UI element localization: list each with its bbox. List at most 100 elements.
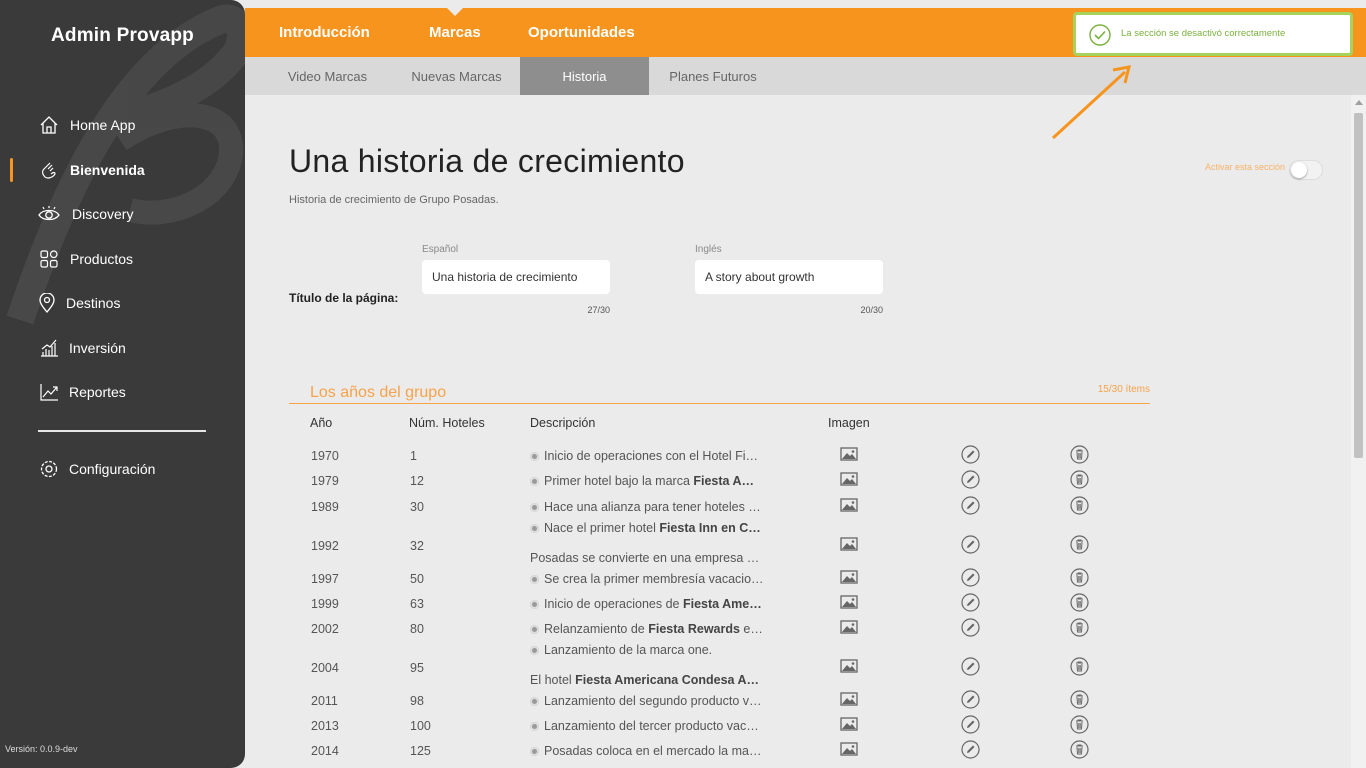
col-header-hotels: Núm. Hoteles xyxy=(409,416,485,430)
sidebar-item-label: Productos xyxy=(70,251,134,267)
delete-icon[interactable] xyxy=(1069,739,1089,759)
description-text: Lanzamiento de la marca one. xyxy=(544,643,713,657)
bullet-icon xyxy=(530,624,539,634)
image-icon[interactable] xyxy=(839,592,859,612)
edit-icon[interactable] xyxy=(960,534,980,554)
sidebar-item-reportes[interactable]: Reportes xyxy=(0,374,245,410)
description-text: Posadas se convierte en una empresa … xyxy=(530,551,760,565)
delete-icon[interactable] xyxy=(1069,592,1089,612)
wave-hand-icon xyxy=(38,159,60,181)
row-year: 2002 xyxy=(311,622,339,636)
app-title: Admin Provapp xyxy=(50,25,194,46)
sidebar-item-label: Destinos xyxy=(66,295,121,311)
delete-icon[interactable] xyxy=(1069,534,1089,554)
sidebar-item-bienvenida[interactable]: Bienvenida xyxy=(0,152,245,188)
image-icon[interactable] xyxy=(839,444,859,464)
grid-icon xyxy=(38,248,60,270)
toggle-knob xyxy=(1291,162,1307,178)
row-description: Hace una alianza para tener hoteles … xyxy=(530,500,766,514)
edit-icon[interactable] xyxy=(960,714,980,734)
image-icon[interactable] xyxy=(839,534,859,554)
edit-icon[interactable] xyxy=(960,495,980,515)
tab-oportunidades[interactable]: Oportunidades xyxy=(528,8,635,57)
row-description: El hotel Fiesta Americana Condesa A… xyxy=(530,673,766,687)
subtab-video-marcas[interactable]: Video Marcas xyxy=(270,57,385,95)
edit-icon[interactable] xyxy=(960,689,980,709)
delete-icon[interactable] xyxy=(1069,714,1089,734)
sidebar-item-label: Bienvenida xyxy=(70,162,145,178)
subtab-nuevas-marcas[interactable]: Nuevas Marcas xyxy=(399,57,514,95)
delete-icon[interactable] xyxy=(1069,495,1089,515)
row-description: Inicio de operaciones de Fiesta Ame… xyxy=(530,597,766,611)
delete-icon[interactable] xyxy=(1069,656,1089,676)
delete-icon[interactable] xyxy=(1069,567,1089,587)
row-description: Lanzamiento del segundo producto v… xyxy=(530,694,766,708)
active-tab-caret xyxy=(447,8,463,16)
sidebar-item-destinos[interactable]: Destinos xyxy=(0,285,245,321)
delete-icon[interactable] xyxy=(1069,617,1089,637)
title-es-input[interactable] xyxy=(422,260,610,294)
bullet-icon xyxy=(530,574,539,584)
edit-icon[interactable] xyxy=(960,592,980,612)
sidebar-item-label: Inversión xyxy=(69,340,126,356)
subtab-planes-futuros[interactable]: Planes Futuros xyxy=(657,57,769,95)
sub-nav: Video Marcas Nuevas Marcas Historia Plan… xyxy=(245,57,1366,95)
delete-icon[interactable] xyxy=(1069,469,1089,489)
bullet-icon xyxy=(530,451,539,461)
sidebar-item-label: Configuración xyxy=(69,461,156,477)
edit-icon[interactable] xyxy=(960,469,980,489)
scroll-up-arrow-icon[interactable] xyxy=(1355,100,1363,105)
pointer-arrow-icon xyxy=(1051,65,1132,140)
title-en-counter: 20/30 xyxy=(860,305,883,315)
sidebar-item-label: Home App xyxy=(70,117,136,133)
gear-icon xyxy=(38,458,60,480)
sidebar-item-home-app[interactable]: Home App xyxy=(0,107,245,143)
sidebar: Admin Provapp Home App Bienvenida Discov… xyxy=(0,0,245,768)
description-text: Posadas coloca en el mercado la ma… xyxy=(544,744,762,758)
tab-introduccion[interactable]: Introducción xyxy=(279,8,370,57)
row-year: 1992 xyxy=(311,539,339,553)
sidebar-item-configuracion[interactable]: Configuración xyxy=(0,451,245,487)
image-icon[interactable] xyxy=(839,469,859,489)
row-hotels: 30 xyxy=(410,500,424,514)
description-text: Lanzamiento del tercer producto vac… xyxy=(544,719,759,733)
edit-icon[interactable] xyxy=(960,617,980,637)
delete-icon[interactable] xyxy=(1069,689,1089,709)
col-header-year: Año xyxy=(310,416,333,430)
image-icon[interactable] xyxy=(839,714,859,734)
description-text: Lanzamiento del segundo producto v… xyxy=(544,694,762,708)
section-divider xyxy=(289,403,1150,404)
section-toggle[interactable] xyxy=(1289,160,1323,180)
years-item-count: 15/30 ítems xyxy=(1097,384,1150,395)
row-year: 2004 xyxy=(311,661,339,675)
row-description: Relanzamiento de Fiesta Rewards e… xyxy=(530,622,766,636)
image-icon[interactable] xyxy=(839,656,859,676)
sidebar-item-discovery[interactable]: Discovery xyxy=(0,196,245,232)
sidebar-item-label: Reportes xyxy=(69,384,126,400)
sidebar-item-inversion[interactable]: Inversión xyxy=(0,330,245,366)
section-toggle-label: Activar esta sección xyxy=(1204,162,1285,172)
image-icon[interactable] xyxy=(839,689,859,709)
image-icon[interactable] xyxy=(839,739,859,759)
subtab-historia[interactable]: Historia xyxy=(520,57,649,95)
bullet-icon xyxy=(530,599,539,609)
image-icon[interactable] xyxy=(839,617,859,637)
description-text: Inicio de operaciones con el Hotel Fi… xyxy=(544,449,759,463)
row-year: 1999 xyxy=(311,597,339,611)
scroll-thumb[interactable] xyxy=(1354,113,1363,458)
delete-icon[interactable] xyxy=(1069,444,1089,464)
row-description: Inicio de operaciones con el Hotel Fi… xyxy=(530,449,766,463)
title-en-input[interactable] xyxy=(695,260,883,294)
row-hotels: 100 xyxy=(410,719,431,733)
edit-icon[interactable] xyxy=(960,656,980,676)
edit-icon[interactable] xyxy=(960,739,980,759)
row-year: 2011 xyxy=(311,694,338,708)
edit-icon[interactable] xyxy=(960,444,980,464)
page-scrollbar[interactable] xyxy=(1351,95,1366,768)
edit-icon[interactable] xyxy=(960,567,980,587)
col-header-description: Descripción xyxy=(530,416,596,430)
image-icon[interactable] xyxy=(839,495,859,515)
image-icon[interactable] xyxy=(839,567,859,587)
description-text: El hotel Fiesta Americana Condesa A… xyxy=(530,673,760,687)
sidebar-item-productos[interactable]: Productos xyxy=(0,241,245,277)
